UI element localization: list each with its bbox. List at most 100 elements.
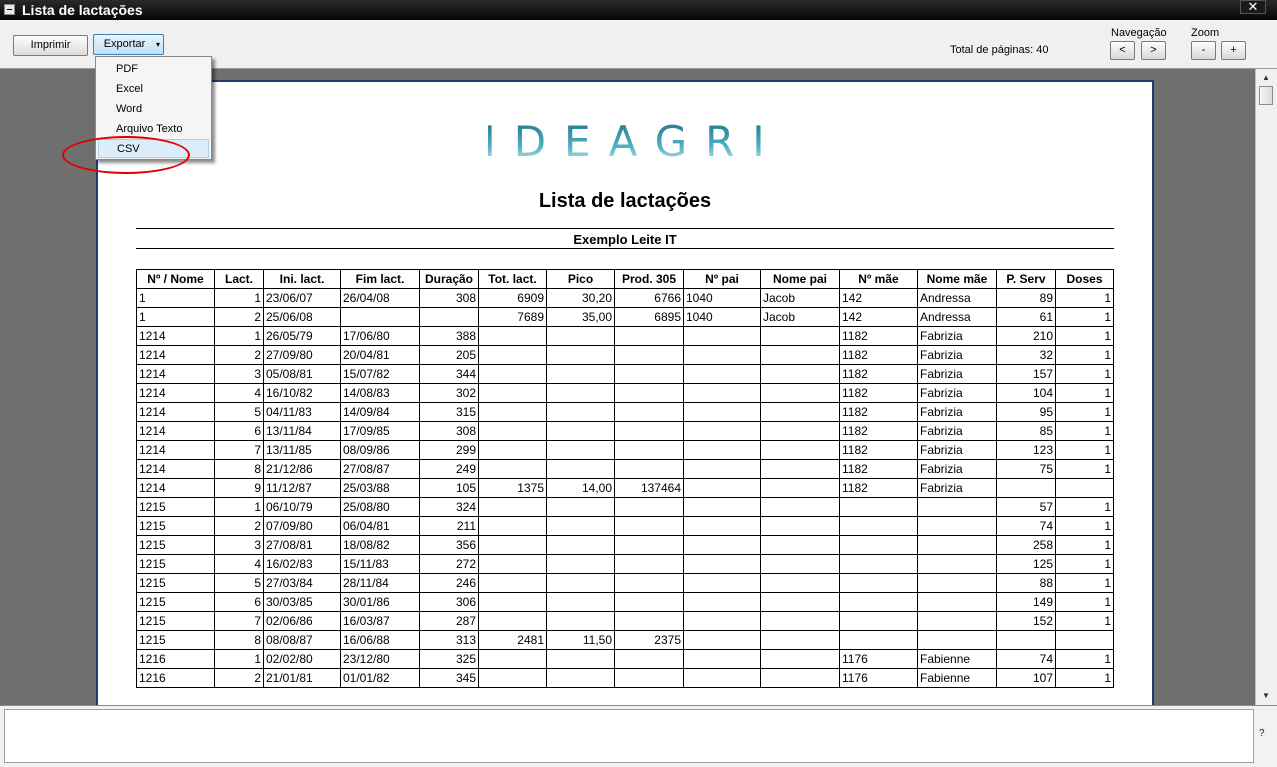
table-cell: 1214 — [136, 421, 215, 441]
table-cell — [546, 592, 615, 612]
table-cell: 13/11/85 — [263, 440, 341, 460]
table-cell: 1 — [1055, 535, 1114, 555]
table-cell: 272 — [419, 554, 479, 574]
table-cell: 26/04/08 — [340, 288, 420, 308]
table-cell — [1055, 478, 1114, 498]
table-cell — [760, 668, 840, 688]
report-viewer: IDEAGRI Lista de lactações Exemplo Leite… — [0, 69, 1255, 705]
table-cell: 152 — [996, 611, 1056, 631]
table-cell: 4 — [214, 554, 264, 574]
table-cell: 142 — [839, 288, 918, 308]
table-cell: 1215 — [136, 573, 215, 593]
vertical-scrollbar[interactable]: ▲ ▼ — [1255, 69, 1277, 705]
table-cell: 105 — [419, 478, 479, 498]
window-menu-icon[interactable] — [4, 4, 15, 15]
table-cell: Jacob — [760, 288, 840, 308]
table-cell: 313 — [419, 630, 479, 650]
table-cell — [614, 649, 684, 669]
table-cell: 06/04/81 — [340, 516, 420, 536]
table-cell: Fabienne — [917, 668, 997, 688]
table-cell — [614, 668, 684, 688]
close-button[interactable]: ✕ — [1240, 0, 1266, 14]
window-title: Lista de lactações — [22, 2, 143, 18]
export-menu-item-excel[interactable]: Excel — [98, 80, 209, 99]
column-header: Duração — [419, 269, 479, 289]
table-cell: 1 — [214, 497, 264, 517]
logo-text: IDEAGRI — [488, 120, 778, 166]
table-cell: Fabrizia — [917, 440, 997, 460]
bottom-panel: ? — [0, 705, 1277, 767]
table-cell: 61 — [996, 307, 1056, 327]
table-cell: 1 — [214, 288, 264, 308]
table-cell: 8 — [214, 630, 264, 650]
table-cell: 2 — [214, 307, 264, 327]
table-cell — [760, 478, 840, 498]
table-cell: 1 — [1055, 402, 1114, 422]
prev-page-button[interactable]: < — [1110, 41, 1135, 60]
table-row: 1215 7 02/06/86 16/03/87 287 152 1 — [136, 611, 1114, 631]
table-cell: 04/11/83 — [263, 402, 341, 422]
table-row: 1 2 25/06/08 7689 35,00 6895 1040 Jacob 142 Andre… — [136, 307, 1114, 327]
table-cell: 17/09/85 — [340, 421, 420, 441]
table-row: 1215 2 07/09/80 06/04/81 211 74 1 — [136, 516, 1114, 536]
export-button[interactable]: Exportar ▾ — [93, 34, 164, 55]
scroll-up-icon[interactable]: ▲ — [1260, 73, 1272, 82]
table-cell — [683, 497, 761, 517]
table-cell: Fabrizia — [917, 326, 997, 346]
table-cell — [760, 421, 840, 441]
table-cell: 28/11/84 — [340, 573, 420, 593]
zoom-in-button[interactable]: + — [1221, 41, 1246, 60]
lactation-table: Nº / Nome Lact. Ini. lact. Fim lact. Duração… — [136, 269, 1114, 688]
zoom-out-button[interactable]: - — [1191, 41, 1216, 60]
table-cell: 30/01/86 — [340, 592, 420, 612]
table-cell: 1 — [1055, 345, 1114, 365]
help-icon[interactable]: ? — [1259, 728, 1265, 739]
table-cell: 1 — [136, 307, 215, 327]
table-cell — [546, 326, 615, 346]
print-button[interactable]: Imprimir — [13, 35, 88, 56]
table-cell: 23/06/07 — [263, 288, 341, 308]
table-cell: Fabrizia — [917, 478, 997, 498]
table-cell: 9 — [214, 478, 264, 498]
table-cell — [478, 668, 547, 688]
table-cell — [478, 592, 547, 612]
table-cell — [917, 516, 997, 536]
table-cell: 1215 — [136, 592, 215, 612]
table-cell — [683, 592, 761, 612]
table-cell: 210 — [996, 326, 1056, 346]
table-cell — [614, 383, 684, 403]
table-cell: 11,50 — [546, 630, 615, 650]
table-cell: 30,20 — [546, 288, 615, 308]
table-cell: 15/11/83 — [340, 554, 420, 574]
column-header: Nome mãe — [917, 269, 997, 289]
table-row: 1215 6 30/03/85 30/01/86 306 149 1 — [136, 592, 1114, 612]
table-cell: 20/04/81 — [340, 345, 420, 365]
table-cell — [683, 535, 761, 555]
export-menu-item-pdf[interactable]: PDF — [98, 60, 209, 79]
table-cell: 18/08/82 — [340, 535, 420, 555]
table-cell — [917, 497, 997, 517]
table-cell — [760, 497, 840, 517]
table-cell: 1040 — [683, 307, 761, 327]
table-cell — [614, 364, 684, 384]
column-header: Nº mãe — [839, 269, 918, 289]
table-cell — [683, 611, 761, 631]
column-header: Prod. 305 — [614, 269, 684, 289]
table-cell: 1215 — [136, 497, 215, 517]
table-cell: 1182 — [839, 478, 918, 498]
table-cell: 2481 — [478, 630, 547, 650]
table-cell: 1215 — [136, 516, 215, 536]
table-cell: 1 — [1055, 288, 1114, 308]
export-menu-item-word[interactable]: Word — [98, 100, 209, 119]
next-page-button[interactable]: > — [1141, 41, 1166, 60]
scroll-down-icon[interactable]: ▼ — [1260, 691, 1272, 700]
column-header: Ini. lact. — [263, 269, 341, 289]
table-cell — [683, 668, 761, 688]
scroll-thumb[interactable] — [1259, 86, 1273, 105]
table-cell — [478, 535, 547, 555]
table-cell: Fabienne — [917, 649, 997, 669]
table-row: 1214 8 21/12/86 27/08/87 249 1182 Fabrizia 75 1 — [136, 459, 1114, 479]
table-cell: 308 — [419, 421, 479, 441]
table-cell — [683, 383, 761, 403]
table-cell: 6766 — [614, 288, 684, 308]
